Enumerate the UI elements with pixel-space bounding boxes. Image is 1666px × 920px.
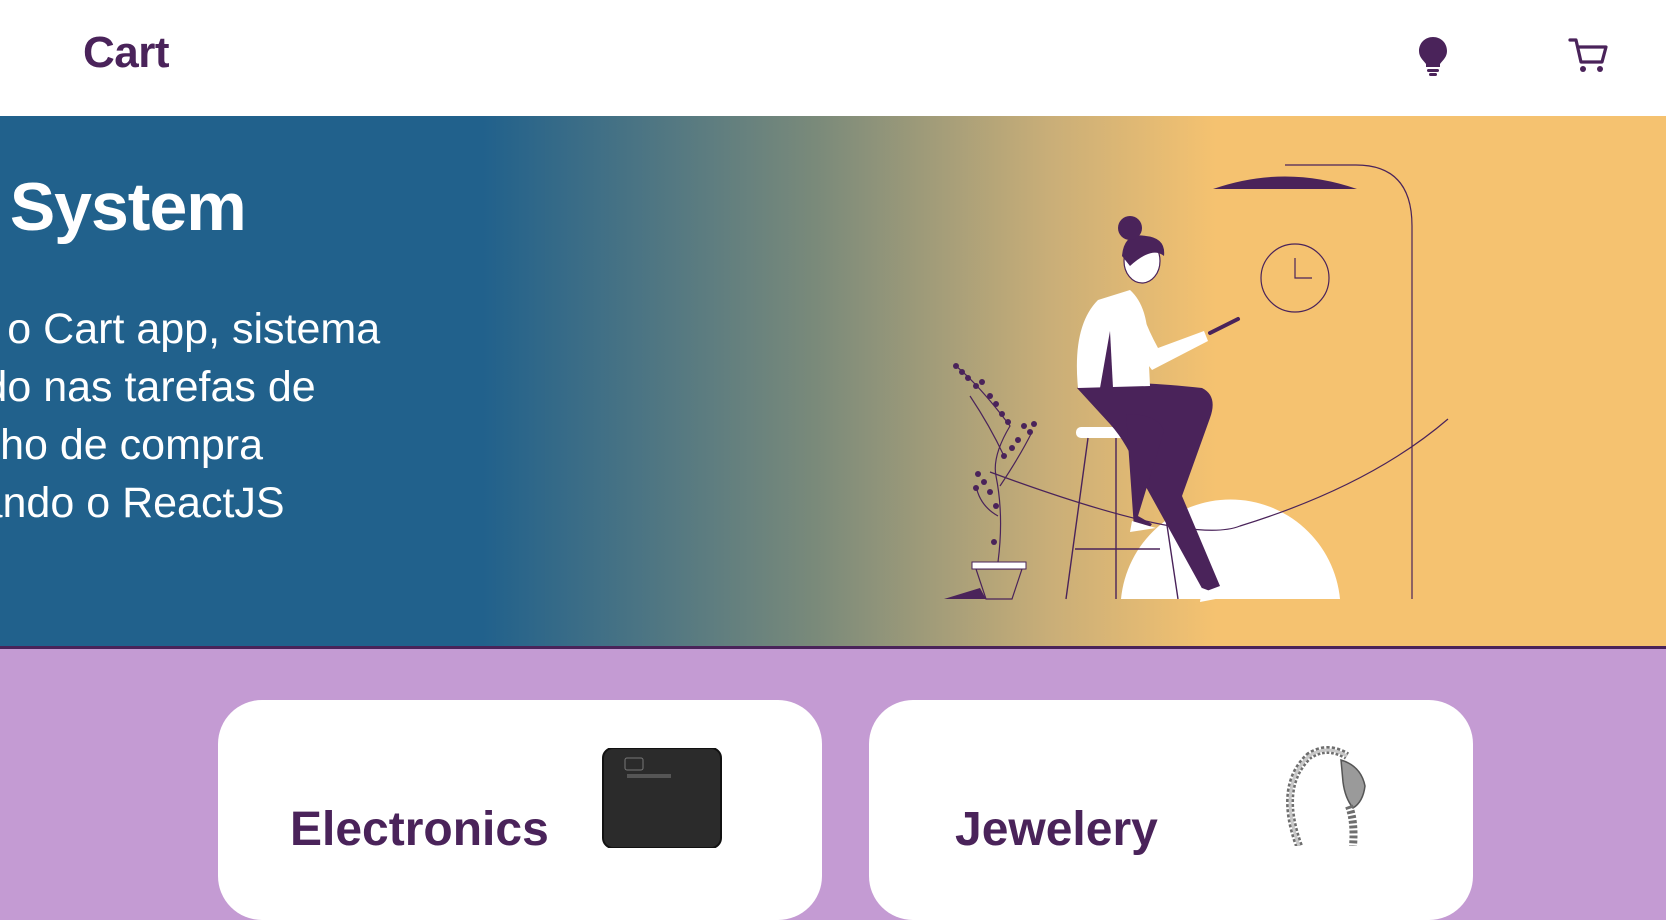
bracelet-image (1286, 746, 1366, 846)
category-card-electronics[interactable]: Electronics (218, 700, 822, 920)
top-header: Cart (0, 0, 1666, 116)
shopping-cart-icon[interactable] (1568, 36, 1610, 76)
person-on-stool-illustration (944, 164, 1449, 602)
hero-description: ste o Cart app, sistema cado nas tarefas… (0, 305, 381, 527)
lightbulb-icon[interactable] (1418, 36, 1448, 76)
category-card-jewelery[interactable]: Jewelery (869, 700, 1473, 920)
app-logo[interactable]: Cart (83, 28, 170, 78)
hero-title: art System (0, 169, 247, 245)
hard-drive-image (602, 748, 722, 848)
hero-banner: art System ste o Cart app, sistema cado … (0, 116, 1666, 649)
category-title: Electronics (290, 803, 549, 856)
category-title: Jewelery (955, 803, 1158, 856)
